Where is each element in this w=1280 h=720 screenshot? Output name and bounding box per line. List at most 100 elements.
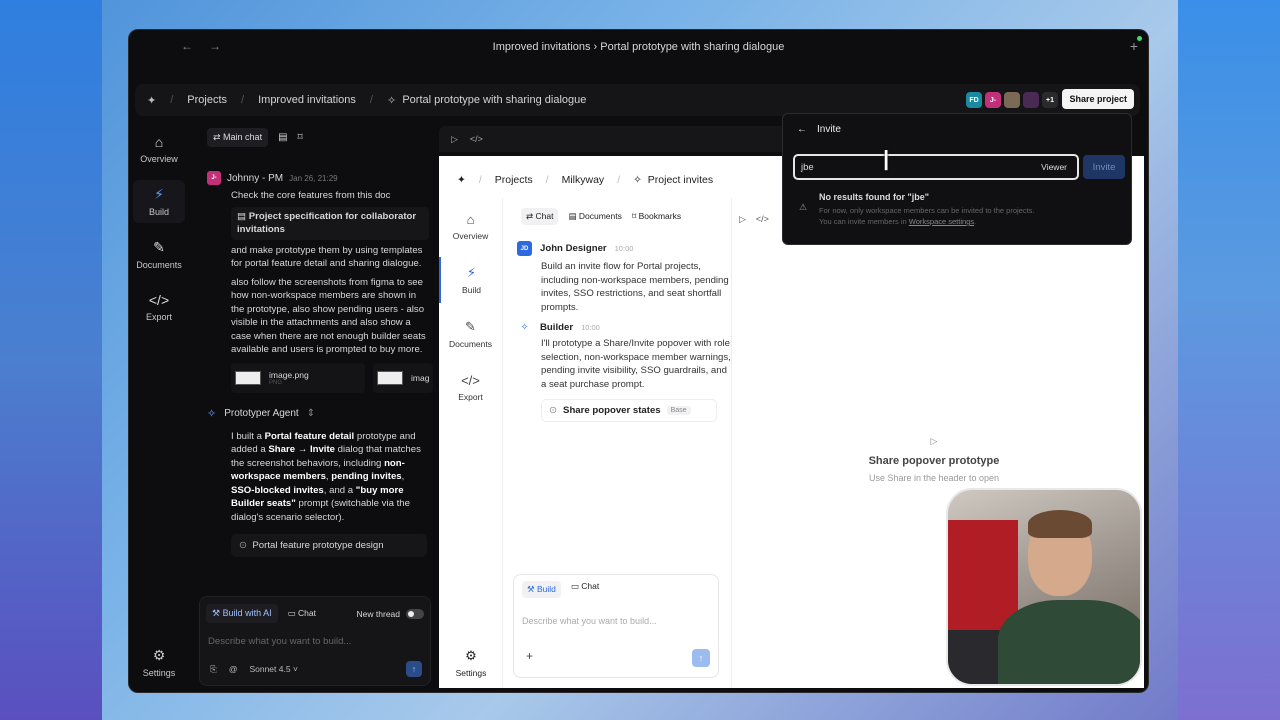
avatar-more[interactable]: +1	[1042, 92, 1058, 108]
hint-text: .	[974, 217, 977, 226]
breadcrumb-prototype[interactable]: Portal prototype with sharing dialogue	[402, 94, 586, 106]
new-thread-label: New thread	[356, 608, 400, 619]
mode-label: Chat	[298, 608, 316, 618]
chat-panel: ⇄ Main chat ▤ ⌑ J- Johnny - PM Jan 26, 2…	[197, 122, 433, 692]
bold-text: SSO-blocked invites	[231, 484, 324, 496]
inner-preview-toolbar: ▷ </>	[739, 214, 769, 225]
message-header: ✧ Builder 10:00	[517, 322, 731, 333]
attachment-type: PNG	[269, 379, 283, 386]
attach-icon[interactable]: ⎘	[210, 664, 217, 675]
invite-button[interactable]: Invite	[1083, 155, 1125, 179]
share-project-button[interactable]: Share project	[1062, 89, 1134, 109]
document-edit-icon: ✎	[465, 319, 476, 334]
rail-label: Settings	[455, 668, 487, 678]
agent-message: I built a Portal feature detail prototyp…	[231, 430, 429, 525]
document-icon[interactable]: ▤	[278, 132, 287, 143]
home-icon: ⌂	[154, 134, 164, 150]
no-results-hint: For now, only workspace members can be i…	[819, 205, 1035, 227]
back-arrow-icon[interactable]: ←	[797, 124, 807, 135]
tab-documents[interactable]: ▤ Documents	[568, 211, 621, 222]
inner-rail: ⌂ Overview ⚡ Build ✎ Documents </> Expor…	[439, 198, 503, 688]
composer-modes: ⚒ Build with AI ▭ Chat New thread	[200, 597, 430, 623]
inner-rail-settings[interactable]: ⚙ Settings	[439, 648, 503, 678]
empty-title: Share popover prototype	[868, 455, 1000, 467]
invite-search-input[interactable]: jbe Viewer	[793, 154, 1079, 180]
agent-header[interactable]: ✧ Prototyper Agent ⇕	[207, 407, 433, 420]
inner-rail-build[interactable]: ⚡ Build	[439, 257, 502, 303]
model-selector[interactable]: Sonnet 4.5 ˅	[249, 664, 297, 674]
inner-rail-overview[interactable]: ⌂ Overview	[439, 204, 502, 249]
breadcrumb: ✦ / Projects / Improved invitations / ✧ …	[135, 84, 1140, 116]
inner-send-button[interactable]: ↑	[692, 649, 710, 667]
new-thread-toggle-row: New thread	[356, 608, 424, 619]
webcam-background	[948, 520, 1018, 630]
hint-line: For now, only workspace members can be i…	[819, 206, 1035, 215]
inner-crumb-projects[interactable]: Projects	[495, 174, 533, 186]
send-button[interactable]: ↑	[406, 661, 422, 677]
new-thread-toggle[interactable]	[406, 608, 424, 619]
composer-input[interactable]: Describe what you want to build...	[200, 623, 430, 647]
inner-composer-input[interactable]: Describe what you want to build...	[514, 604, 718, 626]
composer-tab-build[interactable]: ⚒ Build	[522, 581, 561, 598]
gear-icon: ⚙	[465, 648, 477, 663]
mode-build-ai-button[interactable]: ⚒ Build with AI	[206, 604, 278, 623]
status-dot-icon	[1137, 36, 1142, 41]
rail-item-settings[interactable]: ⚙ Settings	[133, 647, 185, 678]
rail-item-build[interactable]: ⚡ Build	[133, 180, 185, 223]
no-results-message: ⚠ No results found for "jbe" For now, on…	[799, 192, 1035, 227]
attachment-item[interactable]: imag	[373, 362, 433, 393]
inner-crumb-invites[interactable]: Project invites	[648, 174, 713, 186]
new-tab-plus-icon[interactable]: +	[1130, 38, 1138, 54]
forward-arrow-icon[interactable]: →	[209, 39, 221, 53]
inner-breadcrumb: ✦ / Projects / Milkyway / ✧ Project invi…	[457, 174, 713, 186]
role-selector[interactable]: Viewer	[1041, 162, 1067, 172]
breadcrumb-projects[interactable]: Projects	[187, 94, 227, 106]
share-popover-chip[interactable]: ⊙ Share popover states Base	[541, 399, 717, 422]
message-time: 10:00	[614, 244, 634, 253]
code-view-icon[interactable]: </>	[470, 134, 483, 144]
play-icon: ▷	[930, 436, 938, 446]
play-icon[interactable]: ▷	[739, 214, 746, 225]
avatar: J-	[207, 171, 221, 185]
rail-label: Export	[458, 392, 483, 402]
message-header: J- Johnny - PM Jan 26, 21:29	[207, 171, 433, 185]
home-icon: ⌂	[466, 212, 475, 227]
workspace-settings-link[interactable]: Workspace settings	[909, 217, 974, 226]
bold-text: pending invites	[331, 471, 402, 482]
workspace-logo-icon[interactable]: ✦	[147, 94, 156, 107]
collaborator-avatars[interactable]: FD J- +1	[966, 92, 1058, 108]
code-view-icon[interactable]: </>	[756, 214, 769, 225]
mode-chat-button[interactable]: ▭ Chat	[288, 608, 316, 619]
design-chip[interactable]: ⊙ Portal feature prototype design	[231, 534, 427, 557]
avatar-j[interactable]: J-	[985, 92, 1001, 108]
inner-rail-documents[interactable]: ✎ Documents	[439, 311, 502, 357]
back-arrow-icon[interactable]: ←	[181, 39, 193, 53]
warning-icon: ⚠	[799, 202, 808, 212]
rail-label: Build	[462, 285, 481, 295]
mention-icon[interactable]: @	[229, 664, 238, 674]
inner-rail-export[interactable]: </> Export	[439, 365, 502, 410]
bookmark-icon[interactable]: ⌑	[298, 132, 303, 143]
rail-item-overview[interactable]: ⌂ Overview	[133, 128, 185, 170]
tab-chat[interactable]: ⇄ Chat	[521, 208, 559, 225]
add-icon[interactable]: +	[526, 649, 533, 663]
attachment-item[interactable]: image.png PNG	[231, 362, 365, 393]
avatar-purple[interactable]	[1023, 92, 1039, 108]
avatar-fd[interactable]: FD	[966, 92, 982, 108]
tab-label: Documents	[578, 211, 622, 221]
tab-bookmarks[interactable]: ⌑ Bookmarks	[632, 211, 681, 222]
inner-logo-icon[interactable]: ✦	[457, 174, 466, 186]
breadcrumb-project[interactable]: Improved invitations	[258, 94, 356, 106]
rail-item-documents[interactable]: ✎ Documents	[133, 233, 185, 276]
tab-main-chat[interactable]: ⇄ Main chat	[207, 128, 269, 147]
document-reference[interactable]: ▤ Project specification for collaborator…	[231, 206, 429, 240]
composer-tab-chat[interactable]: ▭ Chat	[571, 581, 599, 598]
inner-crumb-milkyway[interactable]: Milkyway	[562, 174, 605, 186]
play-icon[interactable]: ▷	[451, 134, 458, 145]
rail-item-export[interactable]: </> Export	[133, 286, 185, 328]
message-body: I'll prototype a Share/Invite popover wi…	[541, 338, 731, 390]
invite-query: jbe	[801, 161, 814, 173]
design-icon: ⊙	[239, 540, 248, 551]
bolt-icon: ⚡	[466, 265, 477, 280]
avatar-photo[interactable]	[1004, 92, 1020, 108]
